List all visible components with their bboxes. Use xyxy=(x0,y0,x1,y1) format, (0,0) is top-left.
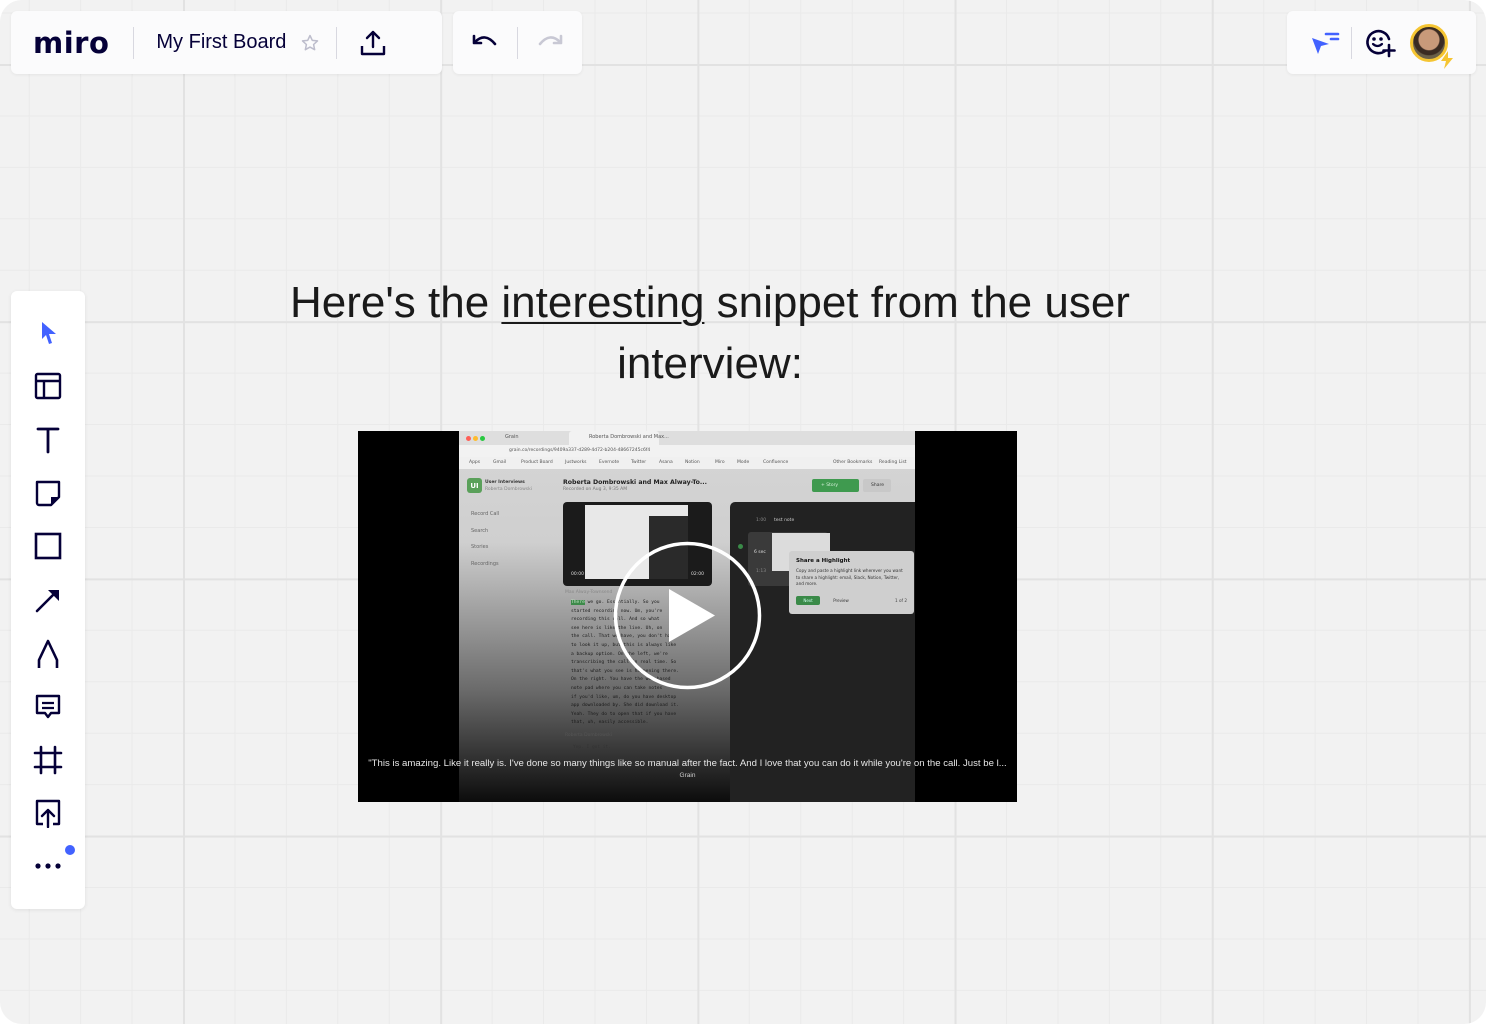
video-source: Grain xyxy=(679,772,696,779)
sidebar-item: Stories xyxy=(471,544,489,550)
bookmark: Justworks xyxy=(565,460,587,465)
lightning-icon xyxy=(1441,50,1453,69)
upload-box-icon xyxy=(35,799,61,828)
workspace-owner: Roberta Dombrowski xyxy=(485,487,532,492)
recording-title: Roberta Dombrowski and Max Alway-To... xyxy=(563,479,707,486)
tool-frame[interactable] xyxy=(11,738,85,782)
heading-underlined-text: interesting xyxy=(501,278,705,327)
text-icon xyxy=(36,427,60,454)
avatar[interactable] xyxy=(1410,23,1453,69)
window-minimize-dot xyxy=(473,436,478,441)
embedded-video[interactable]: Grain Roberta Dombrowski and Max... grai… xyxy=(358,431,1017,802)
board-canvas[interactable]: miro My First Board Here's the interesti… xyxy=(0,0,1486,1024)
bookmark: Other Bookmarks xyxy=(833,460,873,465)
rectangle-icon xyxy=(34,532,62,560)
board-header: miro My First Board xyxy=(11,11,442,74)
sidebar-item: Record Call xyxy=(471,511,500,517)
url-text: grain.co/recordings/9409a337-d289-4d72-b… xyxy=(509,448,651,453)
tool-upload[interactable] xyxy=(11,791,85,835)
bookmark: Reading List xyxy=(879,460,907,465)
bookmark: Apps xyxy=(469,460,481,465)
collaboration-controls xyxy=(1287,11,1476,74)
popup-count: 1 of 2 xyxy=(894,598,907,603)
pen-icon xyxy=(37,639,59,668)
tool-shape[interactable] xyxy=(11,524,85,568)
miro-logo[interactable]: miro xyxy=(33,26,109,60)
popup-body: Copy and paste a highlight link wherever… xyxy=(796,568,903,586)
browser-tab-bar: Grain Roberta Dombrowski and Max... xyxy=(459,431,915,445)
heading-text: Here's the xyxy=(290,278,502,327)
cursor-icon xyxy=(42,322,56,344)
bookmark: Miro xyxy=(715,460,725,465)
share-highlight-popup: Share a Highlight Copy and paste a highl… xyxy=(789,551,914,614)
board-title[interactable]: My First Board xyxy=(156,31,286,54)
note-text: test note xyxy=(774,518,795,523)
tool-comment[interactable] xyxy=(11,685,85,729)
window-close-dot xyxy=(466,436,471,441)
transcript-text: Yep. I got it. xyxy=(573,745,611,750)
popup-next-button: Next xyxy=(796,596,820,605)
bookmark: Mode xyxy=(737,460,750,465)
notification-dot xyxy=(65,845,75,855)
cursor-filter-icon[interactable] xyxy=(1309,29,1341,57)
popup-preview-button: Preview xyxy=(833,598,849,603)
creation-toolbar xyxy=(11,291,85,909)
workspace-name: User Interviews xyxy=(485,480,525,485)
bookmark: Asana xyxy=(659,460,673,465)
bookmark: Evernote xyxy=(599,460,620,465)
player-time-start: 00:00 xyxy=(571,572,584,577)
popup-title: Share a Highlight xyxy=(796,558,851,564)
more-icon xyxy=(35,863,61,869)
speaker-name: Max Alway-Townsend xyxy=(565,590,613,595)
divider xyxy=(1351,26,1352,59)
speaker-name: Roberta Dombrowski xyxy=(565,733,612,738)
undo-icon[interactable] xyxy=(471,32,499,54)
tool-templates[interactable] xyxy=(11,364,85,408)
bookmark: Confluence xyxy=(763,460,789,465)
workspace-logo: UI xyxy=(467,478,482,493)
redo-icon[interactable] xyxy=(536,32,564,54)
tool-sticky-note[interactable] xyxy=(11,471,85,515)
sidebar-item: Search xyxy=(471,528,489,534)
canvas-text-heading[interactable]: Here's the interesting snippet from the … xyxy=(240,272,1180,394)
sidebar-item: Recordings xyxy=(471,561,499,567)
bookmark: Notion xyxy=(685,460,700,465)
divider xyxy=(336,26,338,59)
video-caption: "This is amazing. Like it really is. I'v… xyxy=(368,758,1007,769)
star-icon[interactable] xyxy=(300,33,320,53)
history-controls xyxy=(453,11,582,74)
tool-connection-line[interactable] xyxy=(11,578,85,622)
tool-pen[interactable] xyxy=(11,632,85,676)
play-icon[interactable] xyxy=(613,541,762,690)
bookmark: Twitter xyxy=(631,460,647,465)
share-button-label: Share xyxy=(871,483,884,488)
recorded-on: Recorded on Aug 3, 9:35 AM xyxy=(563,487,628,492)
browser-tab: Roberta Dombrowski and Max... xyxy=(589,434,669,440)
browser-address-bar: grain.co/recordings/9409a337-d289-4d72-b… xyxy=(459,445,915,457)
add-reaction-icon[interactable] xyxy=(1364,27,1396,59)
frame-icon xyxy=(33,745,63,775)
bookmark: Gmail xyxy=(493,460,507,465)
window-maximize-dot xyxy=(480,436,485,441)
sticky-note-icon xyxy=(35,480,61,507)
template-icon xyxy=(34,372,62,400)
tool-text[interactable] xyxy=(11,418,85,462)
comment-icon xyxy=(35,694,61,719)
divider xyxy=(517,26,518,59)
tool-select[interactable] xyxy=(11,311,85,355)
story-button-label: + Story xyxy=(821,483,839,488)
bookmarks-bar: Apps Gmail Product Board Justworks Evern… xyxy=(459,457,915,469)
note-time: 1:00 xyxy=(756,518,767,523)
browser-tab: Grain xyxy=(505,434,519,440)
arrow-icon xyxy=(35,590,59,613)
upload-icon[interactable] xyxy=(359,29,387,57)
divider xyxy=(133,26,135,59)
bookmark: Product Board xyxy=(521,460,553,465)
